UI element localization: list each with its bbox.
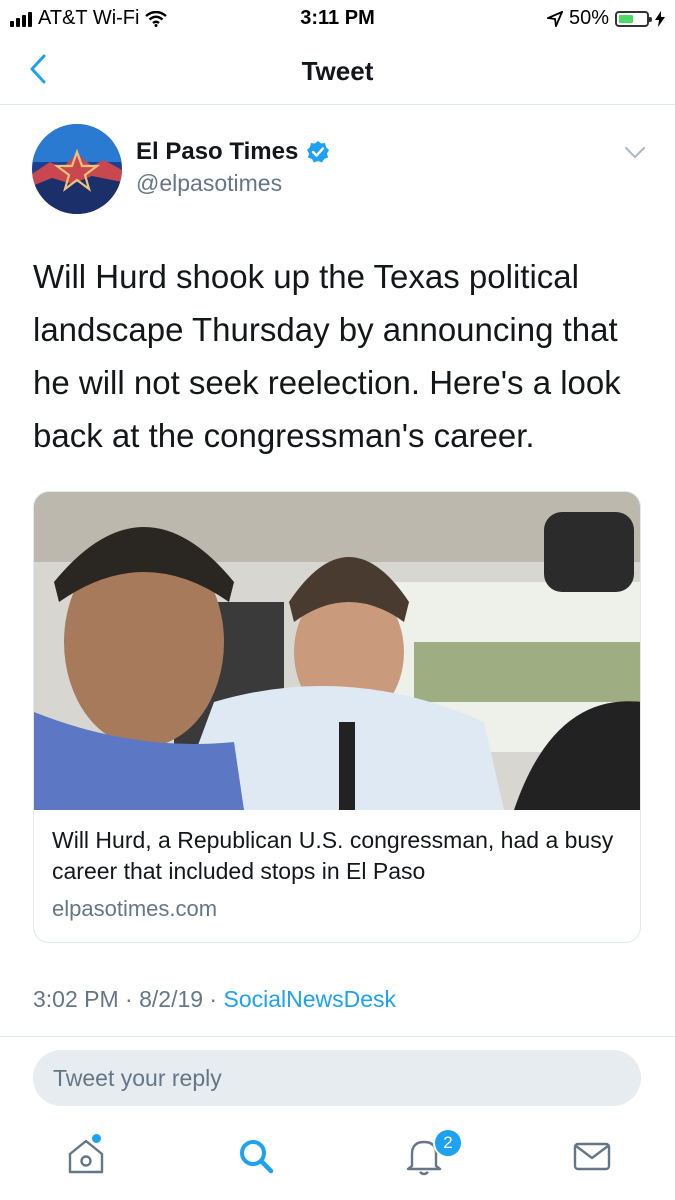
search-icon[interactable] [234,1134,278,1178]
author-handle[interactable]: @elpasotimes [136,170,282,197]
card-domain[interactable]: elpasotimes.com [52,896,217,922]
nav-bar: Tweet [0,38,675,105]
card-headline[interactable]: Will Hurd, a Republican U.S. congressman… [52,825,622,887]
tweet-text: Will Hurd shook up the Texas political l… [33,258,621,454]
reply-input[interactable]: Tweet your reply [33,1050,641,1106]
link-card[interactable]: Will Hurd, a Republican U.S. congressman… [33,491,641,943]
divider [0,1036,675,1037]
author-name-row[interactable]: El Paso Times [136,138,330,166]
location-arrow-icon [546,10,563,27]
home-new-dot [92,1134,101,1143]
reply-placeholder[interactable]: Tweet your reply [53,1065,222,1092]
author-name[interactable]: El Paso Times [136,138,298,166]
tweet-source-link[interactable]: SocialNewsDesk [223,986,396,1012]
chevron-down-icon[interactable] [624,146,646,160]
card-photo[interactable] [34,492,641,810]
notifications-badge: 2 [433,1128,463,1158]
tweet-timestamp: 3:02 PM · 8/2/19 · [33,986,224,1012]
author-avatar[interactable] [32,124,122,214]
status-bar: AT&T Wi-Fi 3:11 PM 50% [0,0,675,36]
battery-icon [615,10,652,27]
home-icon[interactable] [64,1134,108,1178]
tab-bar [0,1120,675,1200]
messages-icon[interactable] [570,1134,614,1178]
page-title: Tweet [301,56,374,86]
charging-bolt-icon [655,10,665,27]
el-paso-times-logo [32,124,122,214]
battery-percent: 50% [568,7,609,29]
verified-badge-icon [307,141,330,163]
tweet-meta: 3:02 PM · 8/2/19 · SocialNewsDesk [33,986,396,1013]
status-right: 50% [546,7,665,30]
